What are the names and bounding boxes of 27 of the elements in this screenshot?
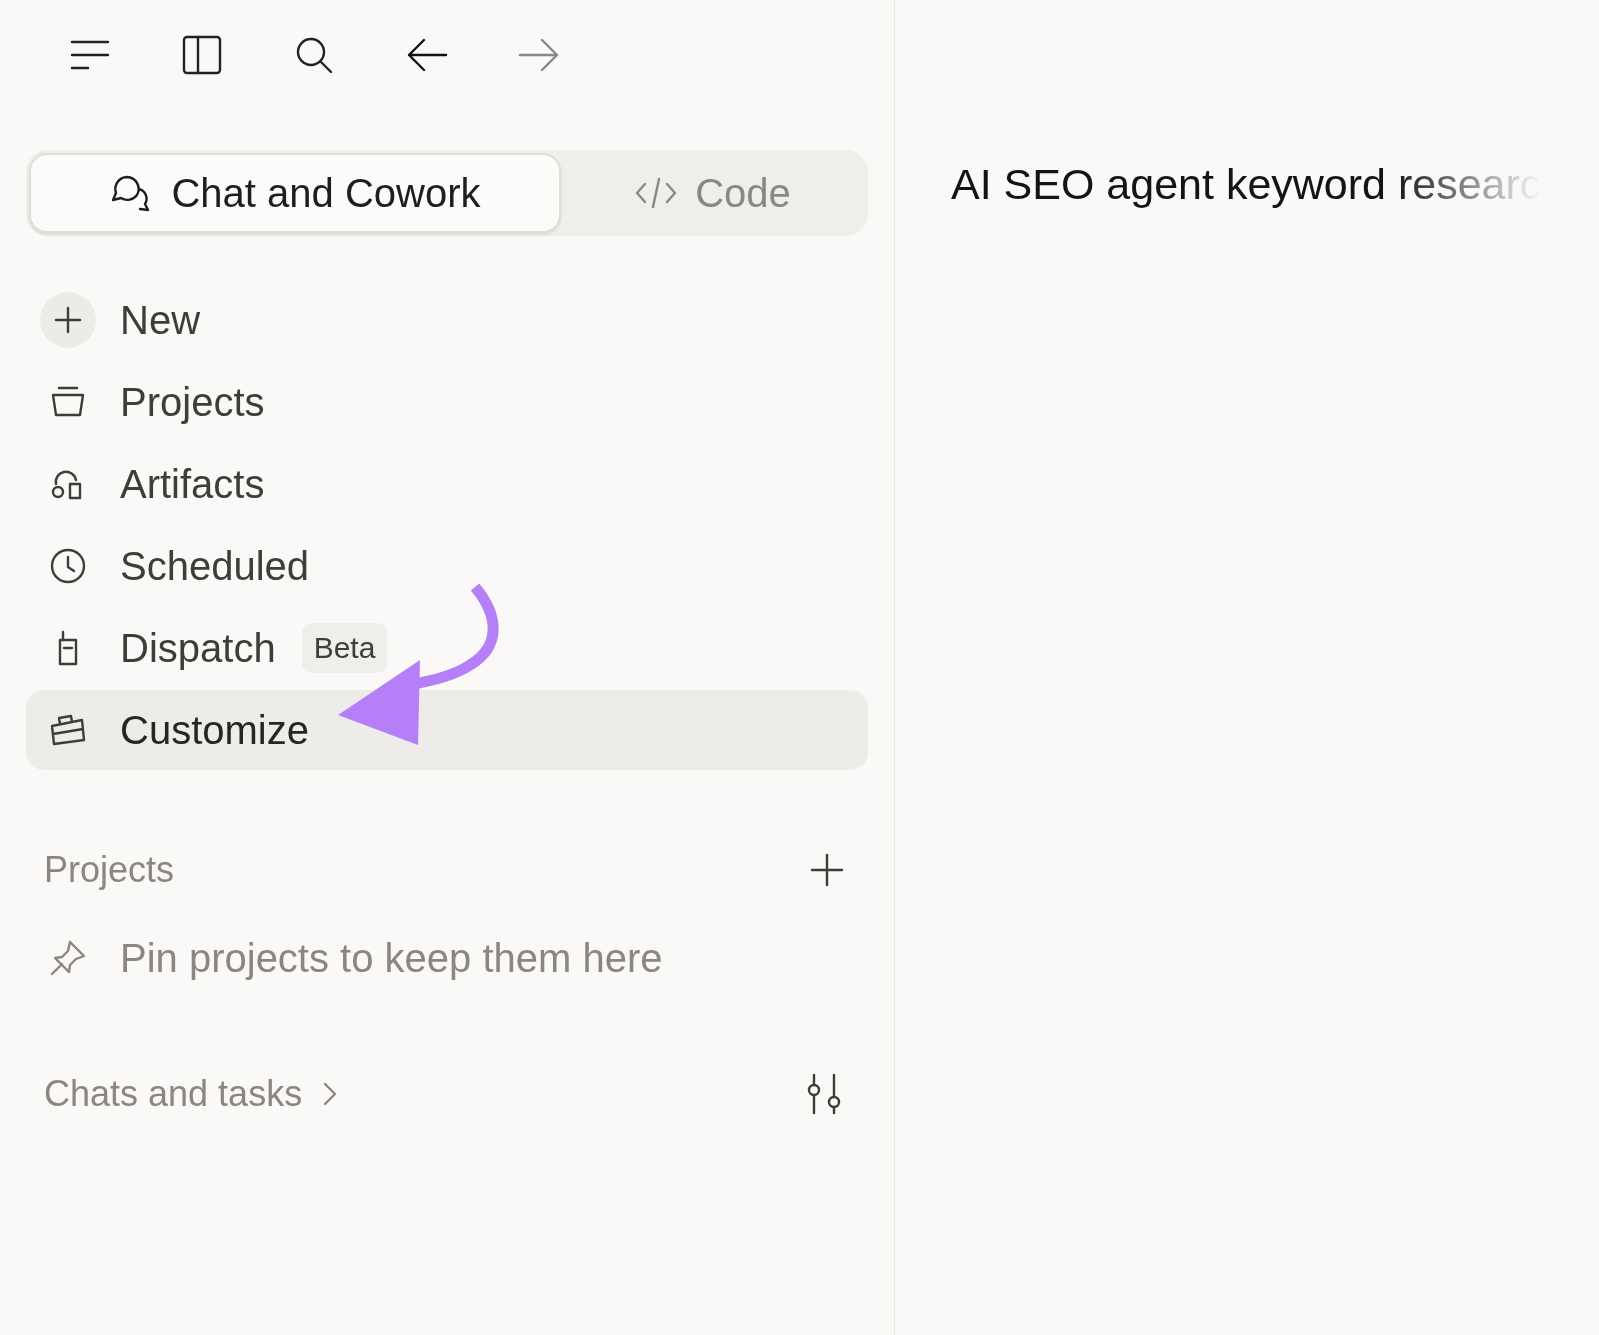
nav-label: New (120, 297, 201, 343)
search-icon (294, 35, 334, 75)
clock-icon (48, 546, 88, 586)
arrow-left-icon (406, 37, 448, 73)
code-icon (635, 176, 678, 210)
mode-tab[interactable]: Chat and Cowork (29, 153, 561, 233)
nav-label: Dispatch (120, 625, 276, 671)
nav-item[interactable]: Projects (26, 362, 868, 442)
nav-label: Scheduled (120, 543, 310, 589)
nav-item[interactable]: New (26, 280, 868, 360)
plus-icon (40, 292, 96, 348)
beta-badge: Beta (301, 623, 388, 673)
section-title: Projects (44, 849, 175, 891)
empty-hint: Pin projects to keep them here (120, 935, 663, 981)
menu-icon (70, 38, 110, 72)
nav-label: Customize (120, 707, 309, 753)
plus-icon (810, 853, 844, 887)
nav-item[interactable]: Scheduled (26, 526, 868, 606)
nav-item[interactable]: Dispatch Beta (26, 608, 868, 688)
arrow-right-icon (518, 37, 560, 73)
nav-item[interactable]: Customize (26, 690, 868, 770)
nav-label: Projects (120, 379, 265, 425)
nav-item[interactable]: Artifacts (26, 444, 868, 524)
pin-icon (48, 938, 88, 978)
sidebar-icon (182, 35, 222, 75)
chevron-right-icon (322, 1080, 339, 1108)
nav-label: Artifacts (120, 461, 265, 507)
